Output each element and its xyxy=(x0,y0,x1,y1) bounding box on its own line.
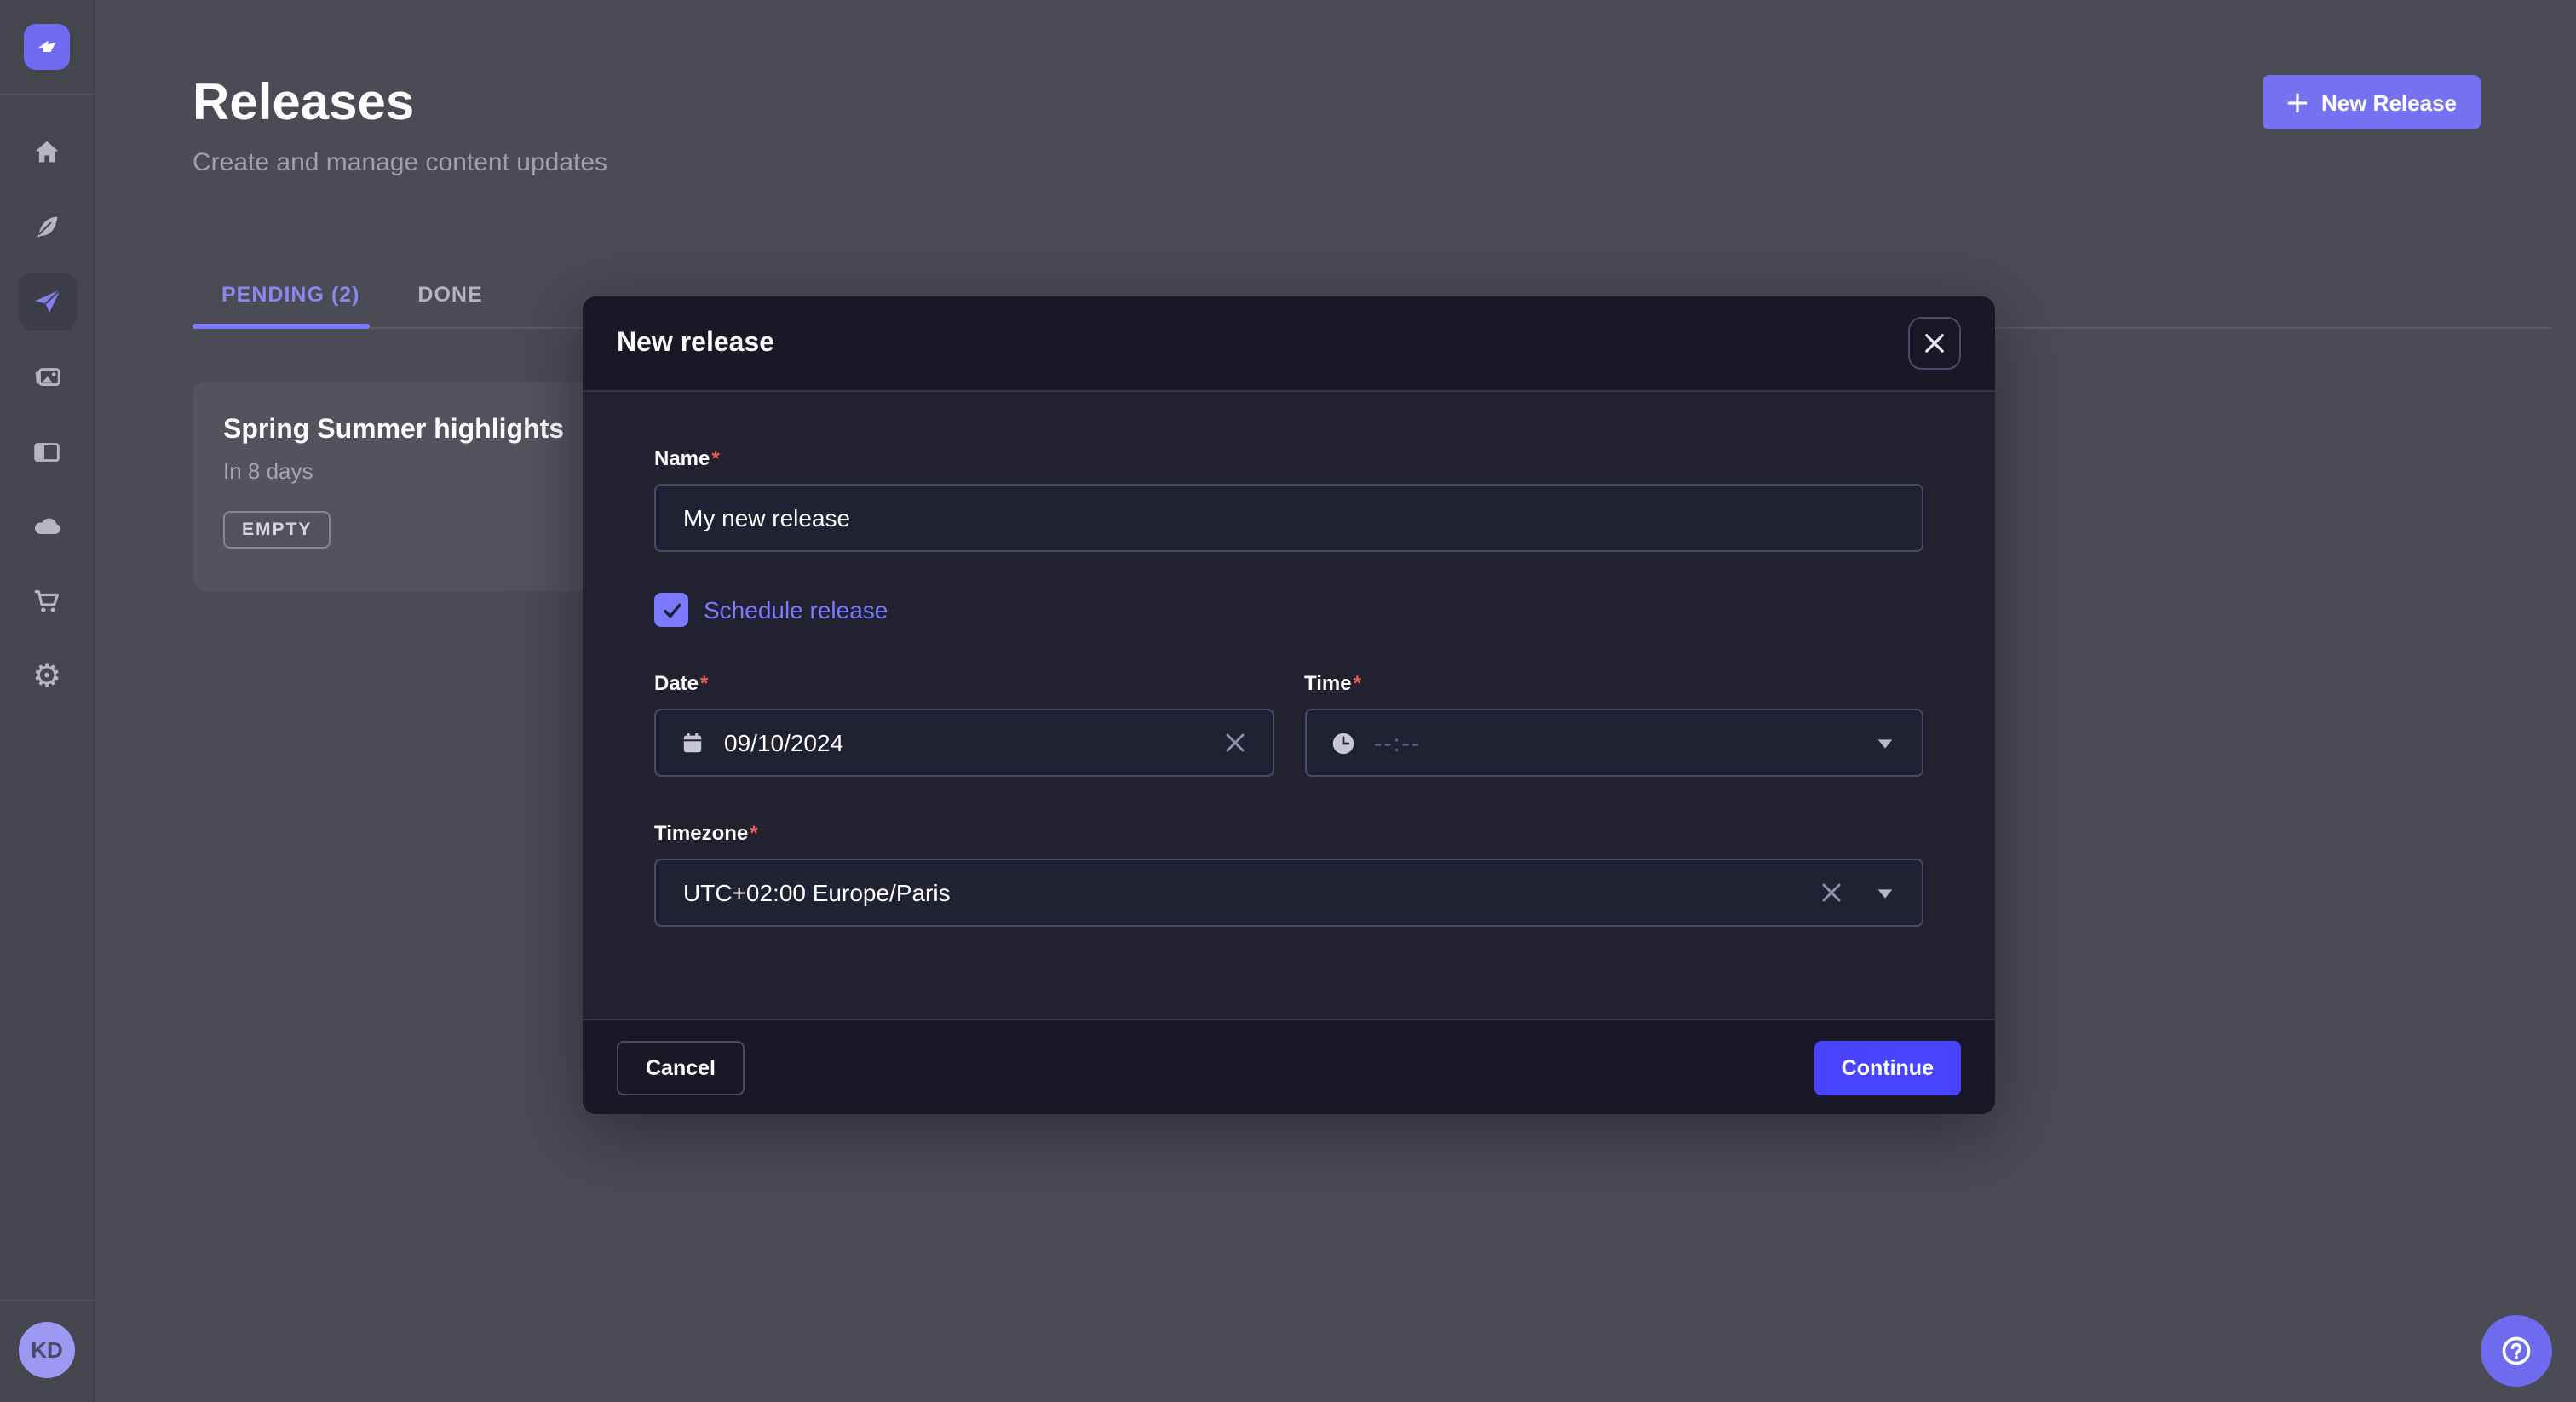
cancel-button[interactable]: Cancel xyxy=(617,1040,745,1095)
tab-done[interactable]: DONE xyxy=(388,269,511,330)
modal-close-button[interactable] xyxy=(1908,317,1961,370)
page-subtitle: Create and manage content updates xyxy=(193,148,607,177)
new-release-button-label: New Release xyxy=(2321,89,2457,115)
clear-x-icon xyxy=(1820,881,1843,905)
active-tab-underline xyxy=(193,324,370,329)
sidebar-item-media-library[interactable] xyxy=(18,348,76,405)
required-asterisk: * xyxy=(1354,671,1361,695)
modal-footer: Cancel Continue xyxy=(583,1019,1995,1114)
sidebar-item-settings[interactable]: ⚙ xyxy=(18,647,76,705)
release-card-status-badge: EMPTY xyxy=(223,511,331,549)
page-title: Releases xyxy=(193,75,414,133)
continue-button[interactable]: Continue xyxy=(1814,1040,1961,1095)
avatar[interactable]: KD xyxy=(19,1322,75,1378)
timezone-value: UTC+02:00 Europe/Paris xyxy=(678,879,1799,906)
date-picker[interactable]: 09/10/2024 xyxy=(654,709,1274,777)
content-panel-icon xyxy=(31,435,63,468)
required-asterisk: * xyxy=(711,446,719,470)
time-placeholder: --:-- xyxy=(1374,729,1854,756)
required-asterisk: * xyxy=(700,671,708,695)
question-mark-icon xyxy=(2498,1332,2535,1370)
cart-icon xyxy=(31,585,63,618)
sidebar-footer: KD xyxy=(0,1300,95,1402)
modal-header: New release xyxy=(583,296,1995,392)
clear-x-icon xyxy=(1222,731,1246,755)
close-icon xyxy=(1923,332,1946,354)
time-field-label: Time* xyxy=(1304,671,1923,695)
time-picker[interactable]: --:-- xyxy=(1304,709,1923,777)
time-dropdown-button[interactable] xyxy=(1871,728,1900,757)
schedule-checkbox-label: Schedule release xyxy=(704,596,888,623)
modal-body: Name* Schedule release Date* 09/10/2024 xyxy=(583,392,1995,1019)
caret-down-icon xyxy=(1874,732,1896,754)
sidebar-item-releases[interactable] xyxy=(18,273,76,330)
settings-gear-icon: ⚙ xyxy=(32,660,61,692)
modal-title: New release xyxy=(617,328,774,359)
date-field-label: Date* xyxy=(654,671,1274,695)
home-icon xyxy=(31,135,63,168)
sidebar-item-panel[interactable] xyxy=(18,422,76,480)
schedule-checkbox[interactable] xyxy=(654,593,688,627)
sidebar-item-cloud[interactable] xyxy=(18,497,76,555)
clock-icon xyxy=(1328,728,1357,757)
strapi-logo-icon[interactable] xyxy=(24,24,70,70)
sidebar-item-home[interactable] xyxy=(18,123,76,181)
cloud-icon xyxy=(30,509,64,543)
plus-icon xyxy=(2286,91,2308,113)
required-asterisk: * xyxy=(750,821,757,845)
media-library-icon xyxy=(31,360,63,393)
schedule-release-toggle[interactable]: Schedule release xyxy=(654,593,1923,627)
timezone-clear-button[interactable] xyxy=(1816,877,1847,908)
timezone-select[interactable]: UTC+02:00 Europe/Paris xyxy=(654,859,1923,927)
new-release-button[interactable]: New Release xyxy=(2262,75,2481,129)
date-value: 09/10/2024 xyxy=(724,729,1202,756)
sidebar-item-marketplace[interactable] xyxy=(18,572,76,630)
new-release-modal: New release Name* Schedule release Date* xyxy=(583,296,1995,1114)
sidebar-item-content[interactable] xyxy=(18,198,76,256)
app-root: ⚙ KD Releases Create and manage content … xyxy=(0,0,2576,1402)
timezone-field-label: Timezone* xyxy=(654,821,1923,845)
feather-icon xyxy=(31,210,63,243)
name-field-label: Name* xyxy=(654,446,1923,470)
help-button[interactable] xyxy=(2481,1315,2552,1387)
avatar-initials: KD xyxy=(31,1337,63,1363)
sidebar: ⚙ KD xyxy=(0,0,95,1402)
tab-pending[interactable]: PENDING (2) xyxy=(193,269,388,330)
paper-plane-icon xyxy=(30,284,64,319)
timezone-dropdown-button[interactable] xyxy=(1871,878,1900,907)
sidebar-divider xyxy=(0,94,95,95)
caret-down-icon xyxy=(1874,882,1896,904)
date-clear-button[interactable] xyxy=(1219,727,1250,758)
tab-bar: PENDING (2) DONE xyxy=(193,269,512,330)
calendar-icon xyxy=(678,728,707,757)
checkmark-icon xyxy=(660,599,682,621)
name-input[interactable] xyxy=(654,484,1923,552)
